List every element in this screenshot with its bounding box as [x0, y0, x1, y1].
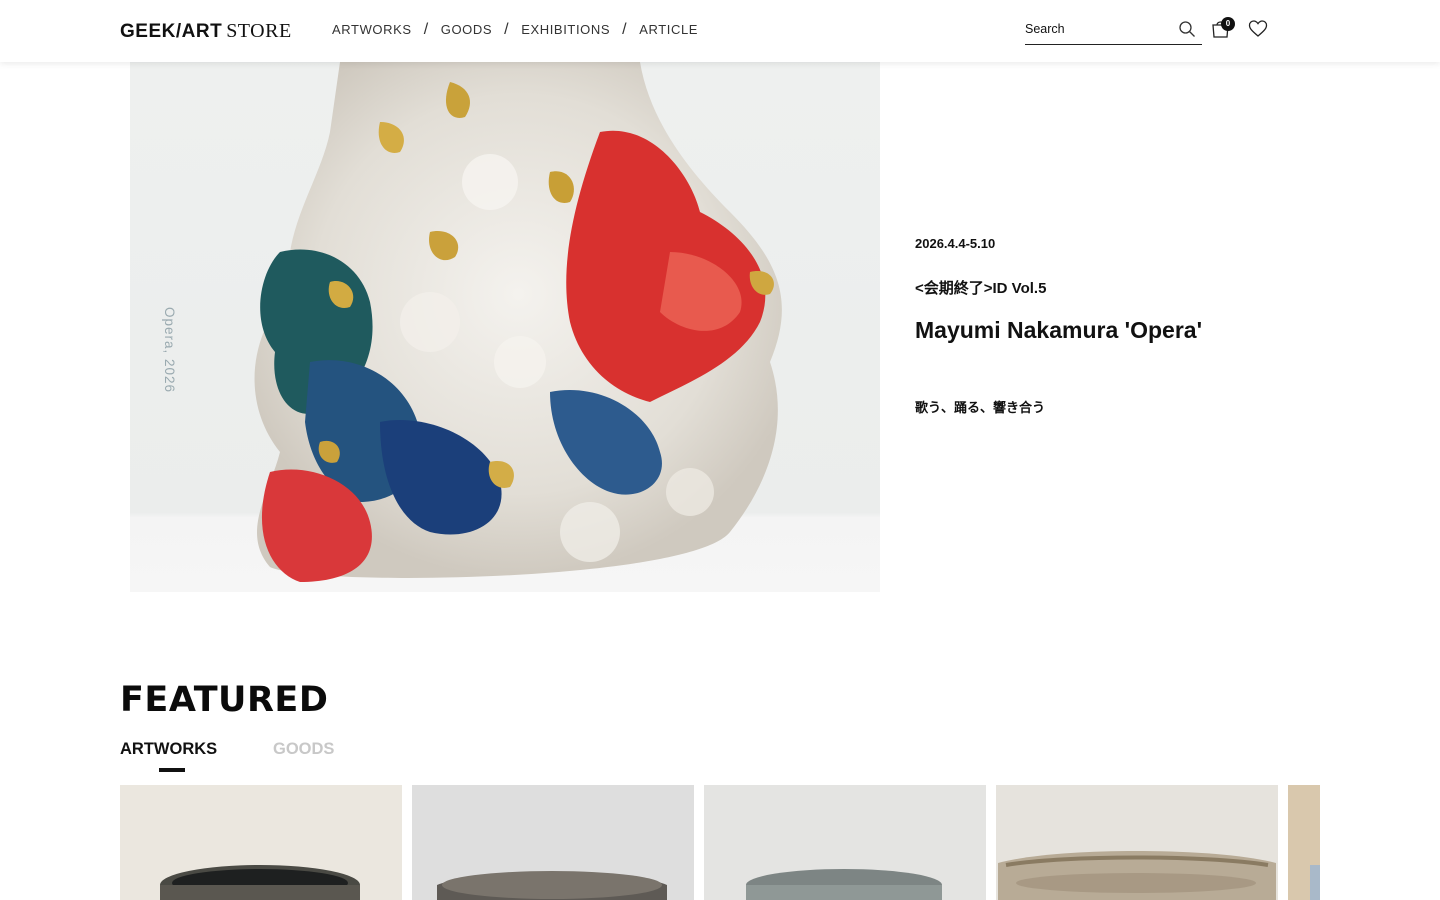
heart-icon[interactable] [1248, 19, 1268, 39]
search-icon[interactable] [1178, 20, 1196, 38]
featured-products-carousel[interactable] [120, 785, 1320, 900]
main-nav: ARTWORKS / GOODS / EXHIBITIONS / ARTICLE [332, 21, 698, 38]
tea-bowl-image [1288, 785, 1320, 900]
nav-artworks[interactable]: ARTWORKS [332, 22, 412, 37]
tab-artworks[interactable]: ARTWORKS [120, 740, 217, 759]
product-card[interactable] [120, 785, 402, 900]
product-card[interactable] [412, 785, 694, 900]
tab-goods[interactable]: GOODS [273, 740, 334, 759]
logo-sub: STORE [226, 20, 292, 42]
search-box [1025, 18, 1202, 45]
nav-separator: / [423, 21, 429, 38]
ceramic-sculpture-illustration [254, 62, 782, 582]
featured-heading: FEATURED [120, 680, 329, 720]
nav-article[interactable]: ARTICLE [639, 22, 698, 37]
nav-separator: / [622, 21, 628, 38]
product-card[interactable] [704, 785, 986, 900]
tea-bowl-image [412, 785, 694, 900]
exhibition-series: <会期終了>ID Vol.5 [915, 280, 1047, 297]
active-tab-indicator [159, 768, 185, 772]
product-card[interactable] [996, 785, 1278, 900]
hero-artwork-image[interactable]: Opera, 2026 [130, 62, 880, 592]
nav-exhibitions[interactable]: EXHIBITIONS [521, 22, 610, 37]
cart-count-badge: 0 [1221, 17, 1235, 31]
exhibition-title[interactable]: Mayumi Nakamura 'Opera' [915, 311, 1215, 350]
tea-bowl-image [120, 785, 402, 900]
logo-main: GEEK/ART [120, 21, 223, 42]
product-card[interactable] [1288, 785, 1320, 900]
site-logo[interactable]: GEEK/ART STORE [120, 20, 292, 42]
exhibition-date: 2026.4.4-5.10 [915, 236, 996, 251]
nav-separator: / [504, 21, 510, 38]
site-header: GEEK/ART STORE ARTWORKS / GOODS / EXHIBI… [0, 0, 1440, 62]
exhibition-subtitle: 歌う、踊る、響き合う [915, 400, 1046, 415]
tea-bowl-image [996, 785, 1278, 900]
tea-bowl-image [704, 785, 986, 900]
nav-goods[interactable]: GOODS [441, 22, 492, 37]
artwork-caption: Opera, 2026 [162, 307, 177, 394]
search-input[interactable] [1025, 18, 1175, 40]
